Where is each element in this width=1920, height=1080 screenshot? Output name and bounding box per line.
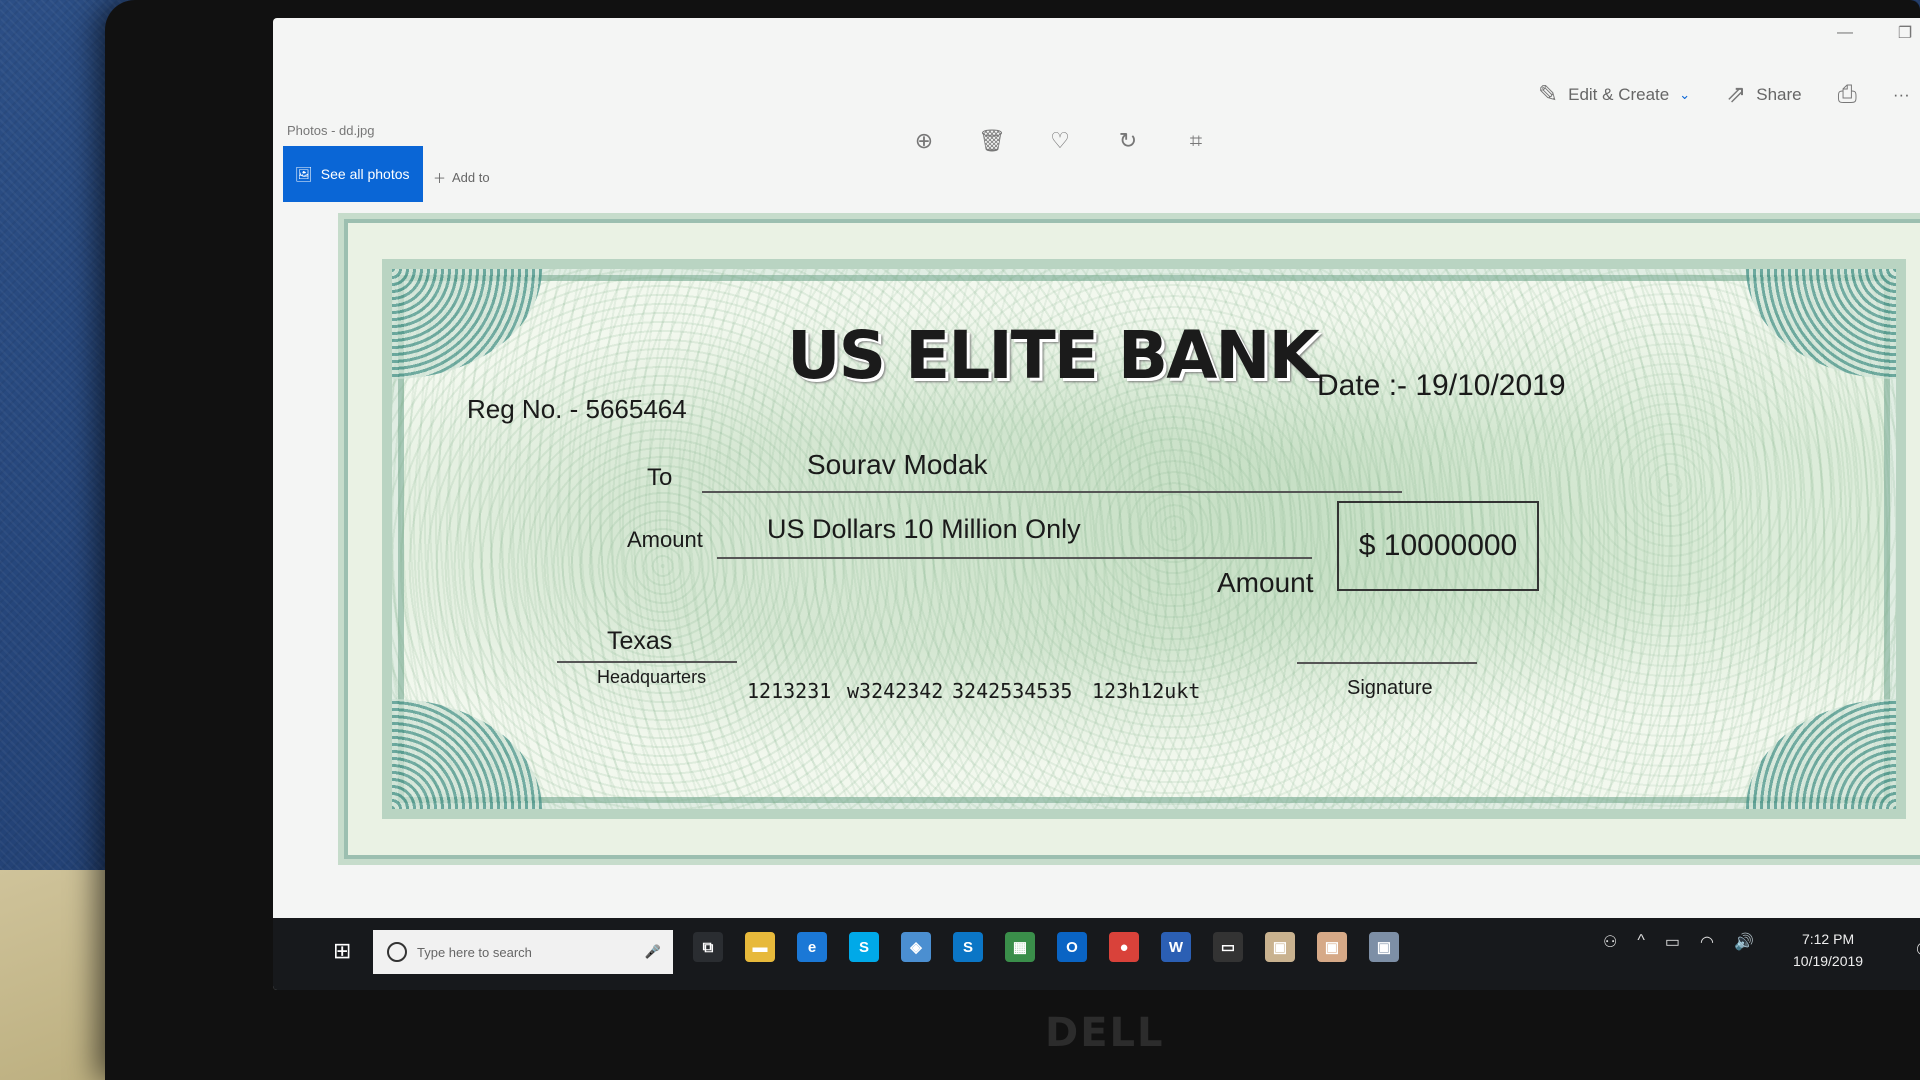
app-1-icon[interactable]: ▣: [1265, 932, 1295, 962]
print-icon[interactable]: ⎙: [1838, 81, 1857, 109]
pinned-apps: ⧉ ▬ e S ◈ S ▦ O ● W ▭ ▣ ▣ ▣: [693, 932, 1399, 962]
system-tray: ⚇ ^ ▭ ◠ 🔊: [1603, 932, 1754, 952]
terminal-icon[interactable]: ▭: [1213, 932, 1243, 962]
task-view-icon[interactable]: ⧉: [693, 932, 723, 962]
edge-icon[interactable]: e: [797, 932, 827, 962]
cheque-image: US ELITE BANK Reg No. - 5665464 Date :- …: [338, 213, 1920, 865]
add-to-button[interactable]: ＋ Add to: [433, 168, 490, 187]
city-line: [557, 661, 737, 663]
photos-app-window: — ❐ ✕ Photos - dd.jpg 🖼 See all photos ＋…: [273, 18, 1920, 990]
chevron-up-icon[interactable]: ^: [1637, 932, 1645, 952]
windows-taskbar: ⊞ Type here to search 🎤 ⧉ ▬ e S ◈ S ▦ O ● W ▭ ▣ ▣ ▣ ⚇…: [273, 918, 1920, 990]
restore-button[interactable]: ❐: [1875, 18, 1920, 48]
see-all-photos-label: See all photos: [320, 166, 410, 182]
skype-business-icon[interactable]: S: [953, 932, 983, 962]
payee-name: Sourav Modak: [807, 449, 988, 480]
wifi-icon[interactable]: ◠: [1700, 932, 1714, 952]
rotate-icon[interactable]: ↻: [1117, 128, 1139, 154]
app-2-icon[interactable]: ▣: [1317, 932, 1347, 962]
reg-number: Reg No. - 5665464: [467, 394, 687, 424]
delete-icon[interactable]: 🗑: [978, 128, 1006, 154]
amount-label-secondary: Amount: [1217, 567, 1314, 598]
city: Texas: [607, 627, 673, 655]
photos-icon[interactable]: ▣: [1369, 932, 1399, 962]
laptop-bezel: DELL — ❐ ✕ Photos - dd.jpg 🖼 See all pho…: [105, 0, 1920, 1080]
battery-icon[interactable]: ▭: [1665, 932, 1680, 952]
more-button[interactable]: ···: [1893, 85, 1910, 105]
share-label: Share: [1756, 84, 1802, 104]
signature-label: Signature: [1347, 677, 1433, 699]
micr-code-2: w3242342: [847, 679, 944, 703]
file-explorer-icon[interactable]: ▬: [745, 932, 775, 962]
chevron-down-icon: ⌄: [1679, 86, 1691, 102]
amount-line: [717, 557, 1312, 559]
share-icon: ⇗: [1726, 81, 1747, 108]
payee-line: [702, 491, 1402, 493]
edit-icon: ✎: [1538, 81, 1559, 108]
plus-icon: ＋: [433, 171, 447, 186]
amount-figure-box: $ 10000000: [1337, 501, 1539, 591]
heart-icon[interactable]: ♡: [1049, 128, 1071, 154]
window-controls: — ❐ ✕: [1815, 18, 1920, 48]
window-title: Photos - dd.jpg: [287, 123, 375, 138]
headquarters-label: Headquarters: [597, 667, 707, 687]
see-all-photos-button[interactable]: 🖼 See all photos: [283, 146, 423, 202]
cortana-icon: [387, 942, 407, 962]
to-label: To: [647, 464, 673, 491]
minimize-button[interactable]: —: [1815, 18, 1875, 48]
zoom-in-icon[interactable]: ⊕: [913, 128, 935, 154]
edit-create-button[interactable]: ✎ Edit & Create ⌄: [1538, 80, 1690, 109]
clock-time: 7:12 PM: [1801, 931, 1855, 947]
windows-start-icon[interactable]: ⊞: [333, 938, 351, 964]
chrome-icon[interactable]: ●: [1109, 932, 1139, 962]
cheque-date: Date :- 19/10/2019: [1317, 369, 1566, 402]
dell-logo: DELL: [1045, 1010, 1165, 1056]
outlook-icon[interactable]: O: [1057, 932, 1087, 962]
signature-line: [1297, 662, 1477, 664]
crop-icon[interactable]: ⌗: [1185, 128, 1207, 154]
word-icon[interactable]: W: [1161, 932, 1191, 962]
maps-icon[interactable]: ◈: [901, 932, 931, 962]
volume-icon[interactable]: 🔊: [1734, 932, 1754, 952]
micr-code-4: 123h12ukt: [1092, 679, 1201, 703]
cheque-face: US ELITE BANK Reg No. - 5665464 Date :- …: [382, 259, 1906, 819]
right-toolbar: ✎ Edit & Create ⌄ ⇗ Share ⎙ ···: [1538, 80, 1910, 109]
taskbar-search[interactable]: Type here to search 🎤: [373, 930, 673, 974]
micr-code-1: 1213231: [747, 679, 832, 703]
share-button[interactable]: ⇗ Share: [1726, 80, 1801, 109]
notification-icon[interactable]: 🗨: [1913, 938, 1920, 963]
taskbar-clock[interactable]: 7:12 PM 10/19/2019: [1793, 928, 1863, 972]
edit-create-label: Edit & Create: [1568, 84, 1670, 104]
add-to-label: Add to: [452, 170, 490, 185]
amount-figure: $ 10000000: [1358, 529, 1518, 562]
amount-in-words: US Dollars 10 Million Only: [767, 514, 1081, 544]
people-icon[interactable]: ⚇: [1603, 932, 1617, 952]
microphone-icon[interactable]: 🎤: [645, 944, 661, 960]
amount-label: Amount: [627, 527, 703, 552]
search-placeholder: Type here to search: [417, 944, 532, 960]
micr-code-3: 3242534535: [952, 679, 1073, 703]
clock-date: 10/19/2019: [1793, 953, 1864, 969]
bank-name: US ELITE BANK: [787, 317, 1320, 394]
image-toolbar: ⊕ 🗑 ♡ ↻ ⌗: [913, 128, 1207, 154]
sheets-icon[interactable]: ▦: [1005, 932, 1035, 962]
skype-icon[interactable]: S: [849, 932, 879, 962]
photos-icon: 🖼: [295, 165, 313, 182]
